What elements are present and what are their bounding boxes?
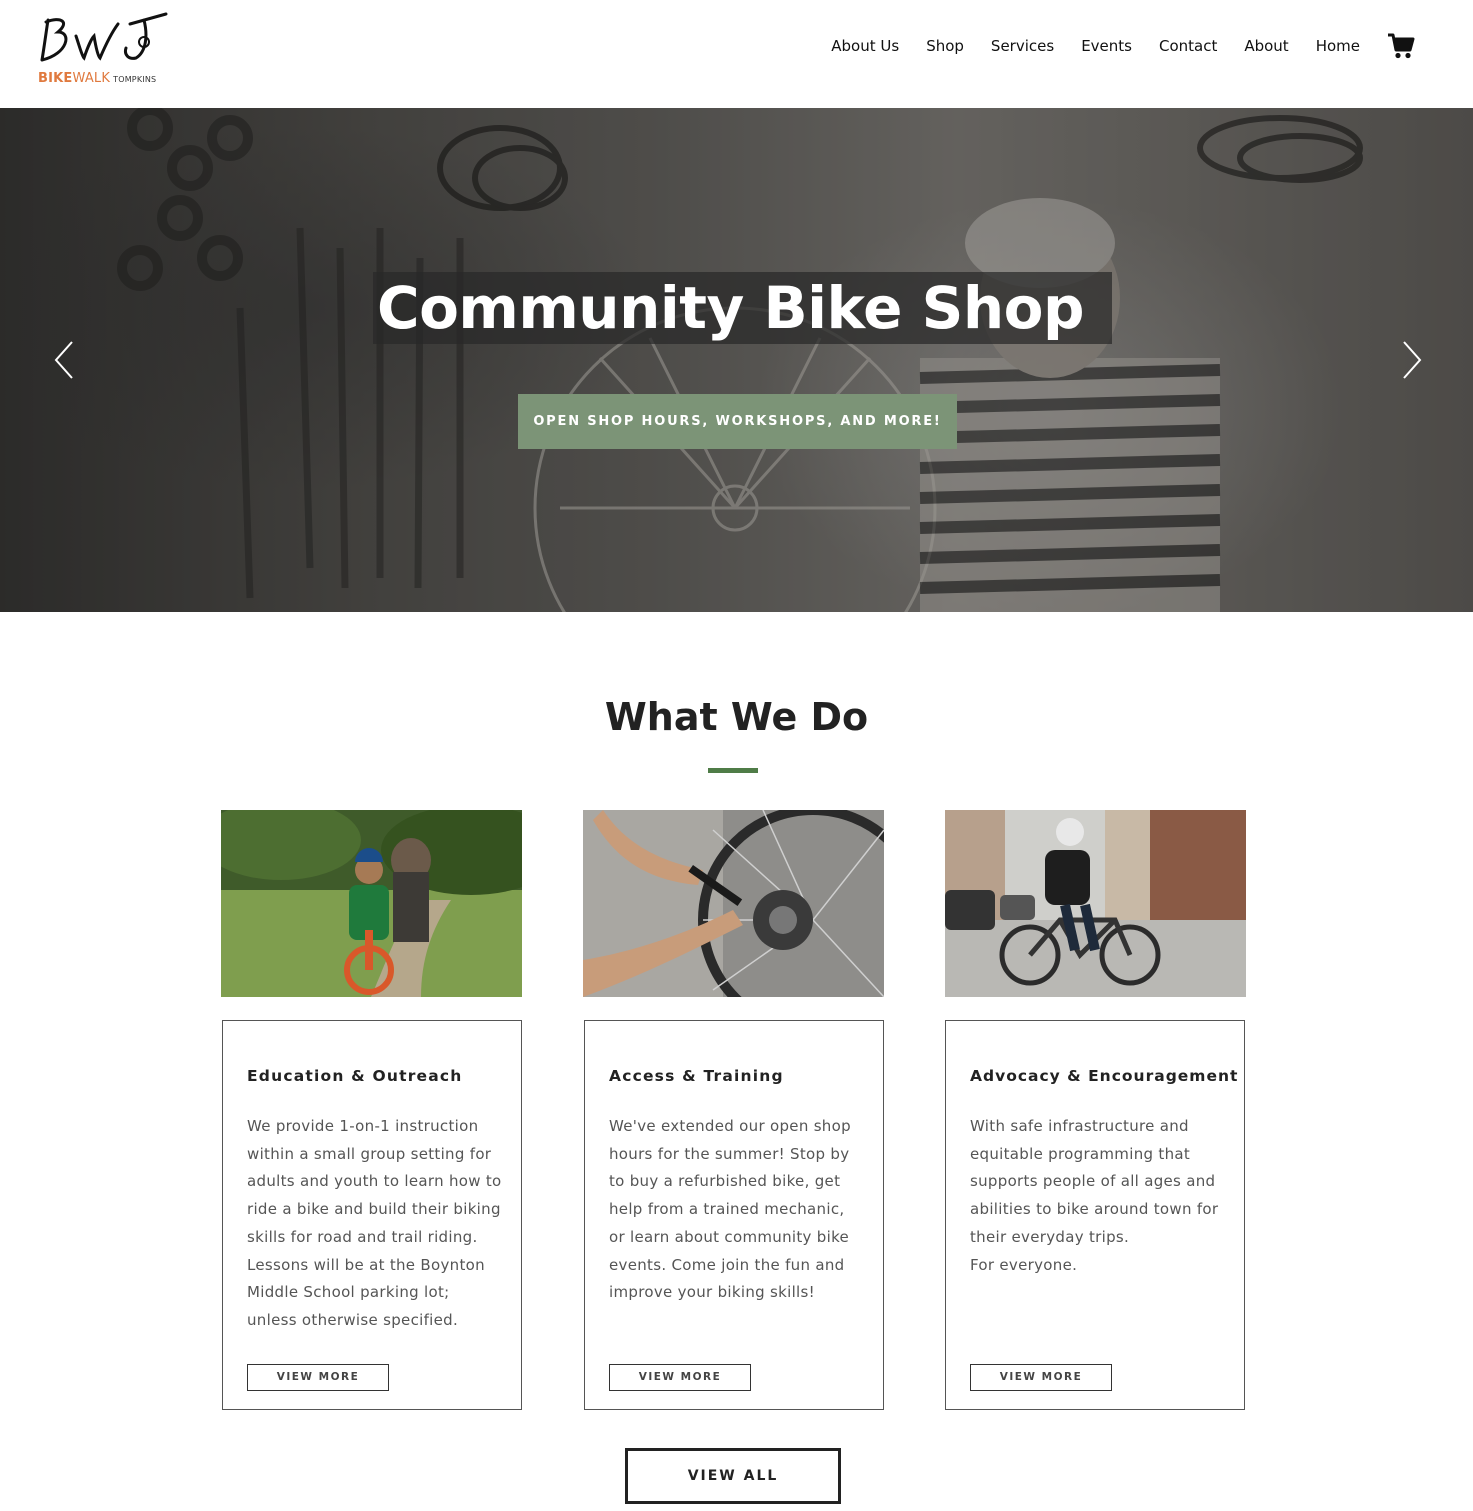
- card-description-line: For everyone.: [970, 1255, 1078, 1274]
- card-advocacy-encouragement: Advocacy & Encouragement With safe infra…: [945, 1020, 1245, 1410]
- card-education-outreach: Education & Outreach We provide 1-on-1 i…: [222, 1020, 522, 1410]
- hero-cta-button[interactable]: OPEN SHOP HOURS, WORKSHOPS, AND MORE!: [518, 394, 957, 449]
- view-more-button[interactable]: VIEW MORE: [970, 1364, 1112, 1391]
- view-more-button[interactable]: VIEW MORE: [247, 1364, 389, 1391]
- card-title: Access & Training: [609, 1067, 784, 1085]
- card-description-line: With safe infrastructure and equitable p…: [970, 1117, 1219, 1246]
- section-divider: [708, 768, 758, 773]
- hero-title: Community Bike Shop: [373, 272, 1113, 344]
- nav-item-events[interactable]: Events: [1081, 37, 1132, 55]
- view-all-button[interactable]: VIEW ALL: [625, 1448, 841, 1504]
- card-image-bike-repair: [583, 810, 884, 997]
- logo-word-tompkins: TOMPKINS: [113, 75, 157, 84]
- card-description: We've extended our open shop hours for t…: [609, 1117, 851, 1302]
- nav-item-services[interactable]: Services: [991, 37, 1054, 55]
- nav-item-home[interactable]: Home: [1316, 37, 1360, 55]
- chevron-left-icon[interactable]: [52, 340, 76, 380]
- main-nav: About Us Shop Services Events Contact Ab…: [804, 30, 1415, 62]
- hero-overlay: [0, 108, 1473, 612]
- card-description: We provide 1-on-1 instruction within a s…: [247, 1117, 502, 1329]
- card-image-kid-learning-bike: [221, 810, 522, 997]
- nav-item-about-us[interactable]: About Us: [831, 37, 899, 55]
- site-header: BIKEWALK TOMPKINS About Us Shop Services …: [0, 0, 1473, 108]
- chevron-right-icon[interactable]: [1400, 340, 1424, 380]
- hero-slider: Community Bike Shop OPEN SHOP HOURS, WOR…: [0, 108, 1473, 612]
- logo-mark-icon: [40, 12, 168, 62]
- card-image-city-cyclist: [945, 810, 1246, 997]
- shopping-cart-icon[interactable]: [1387, 32, 1415, 60]
- logo-wordmark: BIKEWALK TOMPKINS: [38, 71, 156, 86]
- nav-item-shop[interactable]: Shop: [926, 37, 964, 55]
- section-title: What We Do: [604, 695, 869, 739]
- nav-item-about[interactable]: About: [1244, 37, 1288, 55]
- card-title: Education & Outreach: [247, 1067, 463, 1085]
- logo-word-bike: BIKE: [38, 71, 73, 86]
- site-logo[interactable]: BIKEWALK TOMPKINS: [36, 8, 176, 90]
- nav-item-contact[interactable]: Contact: [1159, 37, 1217, 55]
- logo-word-walk: WALK: [72, 71, 111, 86]
- card-access-training: Access & Training We've extended our ope…: [584, 1020, 884, 1410]
- card-title: Advocacy & Encouragement: [970, 1067, 1239, 1085]
- card-description: With safe infrastructure and equitable p…: [970, 1113, 1226, 1279]
- view-more-button[interactable]: VIEW MORE: [609, 1364, 751, 1391]
